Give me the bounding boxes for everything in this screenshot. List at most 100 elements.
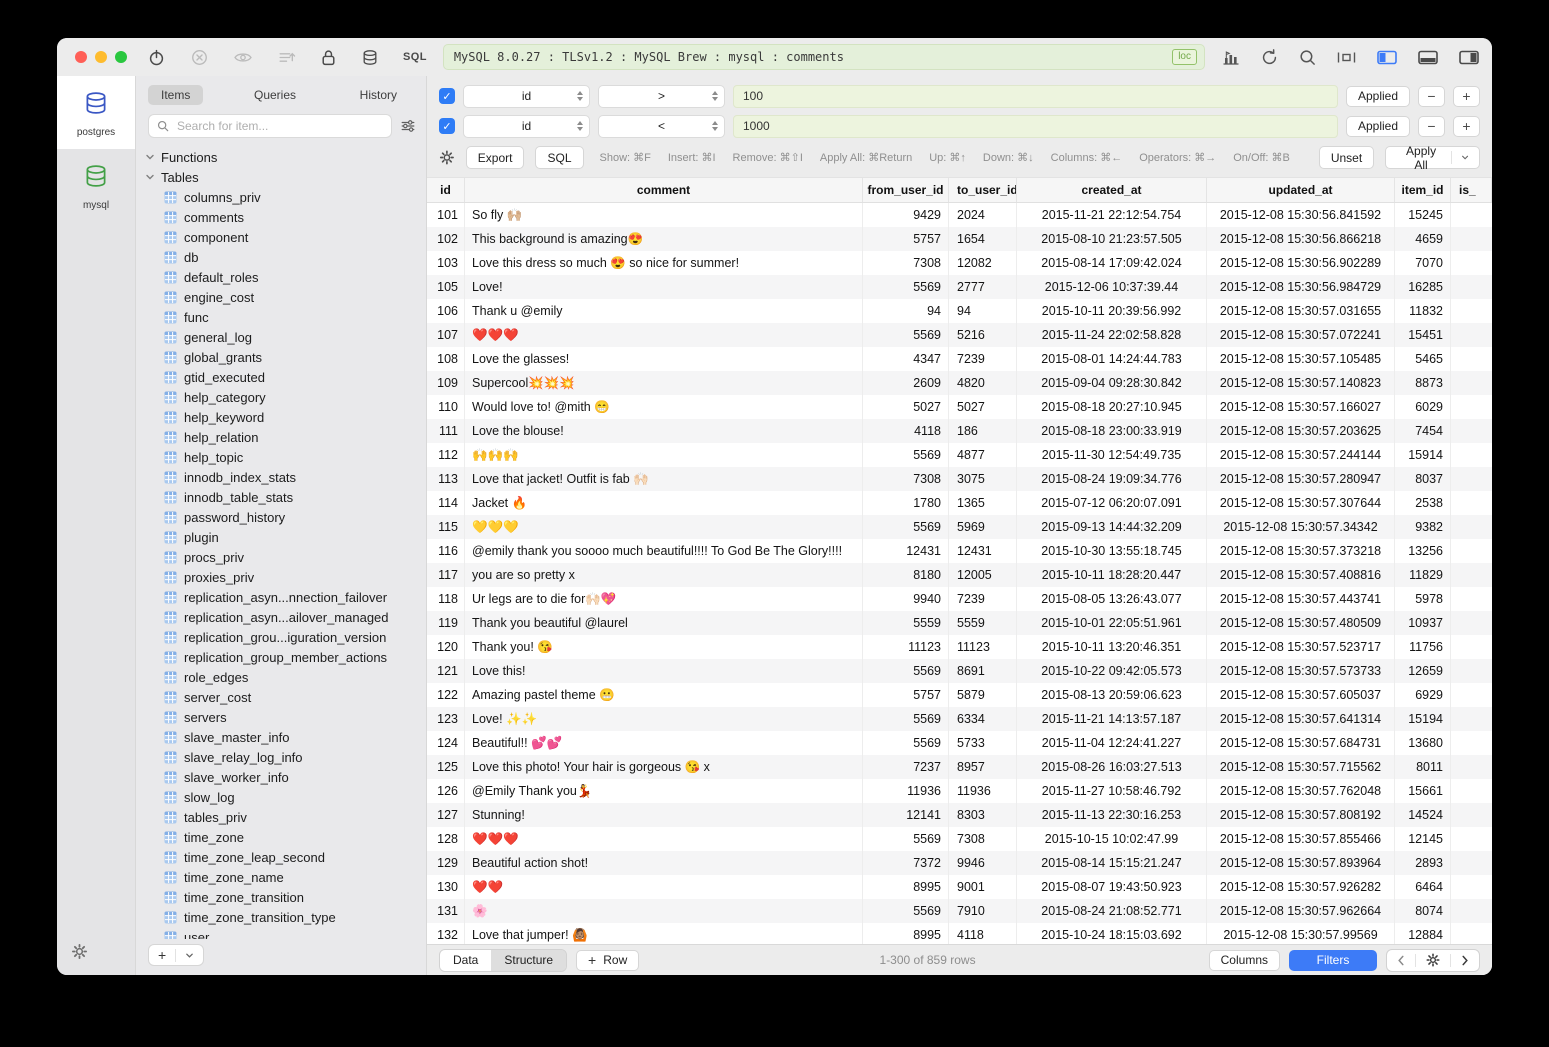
cell-from-user-id[interactable]: 94 [863, 299, 949, 323]
tree-group-tables[interactable]: Tables [145, 167, 426, 187]
cell-created-at[interactable]: 2015-11-30 12:54:49.735 [1017, 443, 1207, 467]
cell-item-id[interactable]: 12659 [1395, 659, 1451, 683]
sidebar-table-item[interactable]: innodb_table_stats [145, 487, 426, 507]
cell-is[interactable] [1451, 323, 1492, 347]
cell-created-at[interactable]: 2015-08-13 20:59:06.623 [1017, 683, 1207, 707]
sidebar-table-item[interactable]: user [145, 927, 426, 939]
cell-from-user-id[interactable]: 5569 [863, 707, 949, 731]
add-item-button[interactable]: + [149, 947, 175, 963]
filter-value-input[interactable]: 100 [733, 85, 1338, 108]
cell-item-id[interactable]: 8873 [1395, 371, 1451, 395]
cell-updated-at[interactable]: 2015-12-08 15:30:57.443741 [1207, 587, 1395, 611]
cell-created-at[interactable]: 2015-10-30 13:55:18.745 [1017, 539, 1207, 563]
sidebar-table-item[interactable]: time_zone_transition_type [145, 907, 426, 927]
cell-created-at[interactable]: 2015-08-24 19:09:34.776 [1017, 467, 1207, 491]
table-row[interactable]: 107 ❤️❤️❤️ 5569 5216 2015-11-24 22:02:58… [427, 323, 1492, 347]
cell-item-id[interactable]: 2538 [1395, 491, 1451, 515]
filter-settings-gear-icon[interactable] [439, 149, 455, 166]
cell-id[interactable]: 125 [427, 755, 465, 779]
table-row[interactable]: 130 ❤️❤️ 8995 9001 2015-08-07 19:43:50.9… [427, 875, 1492, 899]
unset-button[interactable]: Unset [1319, 146, 1374, 169]
cell-updated-at[interactable]: 2015-12-08 15:30:57.244144 [1207, 443, 1395, 467]
table-row[interactable]: 111 Love the blouse! 4118 186 2015-08-18… [427, 419, 1492, 443]
cell-id[interactable]: 116 [427, 539, 465, 563]
next-page-button[interactable] [1451, 955, 1479, 966]
cell-id[interactable]: 105 [427, 275, 465, 299]
cell-created-at[interactable]: 2015-09-04 09:28:30.842 [1017, 371, 1207, 395]
table-row[interactable]: 118 Ur legs are to die for🙌🏻💖 9940 7239 … [427, 587, 1492, 611]
cell-is[interactable] [1451, 587, 1492, 611]
panel-bottom-icon[interactable] [1417, 48, 1439, 67]
filter-remove-button[interactable]: − [1418, 86, 1445, 107]
sidebar-table-item[interactable]: plugin [145, 527, 426, 547]
column-header-updated-at[interactable]: updated_at [1207, 178, 1395, 202]
structure-view-button[interactable]: Structure [491, 950, 566, 971]
cell-item-id[interactable]: 6029 [1395, 395, 1451, 419]
cell-updated-at[interactable]: 2015-12-08 15:30:57.715562 [1207, 755, 1395, 779]
cell-created-at[interactable]: 2015-08-01 14:24:44.783 [1017, 347, 1207, 371]
cell-from-user-id[interactable]: 4347 [863, 347, 949, 371]
table-row[interactable]: 108 Love the glasses! 4347 7239 2015-08-… [427, 347, 1492, 371]
cell-comment[interactable]: Jacket 🔥 [465, 491, 863, 515]
cell-from-user-id[interactable]: 5569 [863, 515, 949, 539]
cell-is[interactable] [1451, 539, 1492, 563]
cell-comment[interactable]: Would love to! @mith 😁 [465, 395, 863, 419]
sql-button[interactable]: SQL [535, 146, 583, 169]
column-header-to-user-id[interactable]: to_user_id [949, 178, 1017, 202]
table-row[interactable]: 113 Love that jacket! Outfit is fab 🙌🏻 7… [427, 467, 1492, 491]
cell-comment[interactable]: Love that jumper! 🙆🏽 [465, 923, 863, 944]
cell-id[interactable]: 114 [427, 491, 465, 515]
lock-icon[interactable] [320, 48, 337, 67]
cell-is[interactable] [1451, 707, 1492, 731]
cell-item-id[interactable]: 8037 [1395, 467, 1451, 491]
cell-is[interactable] [1451, 875, 1492, 899]
add-item-menu-button[interactable] [176, 951, 203, 960]
cell-created-at[interactable]: 2015-08-18 20:27:10.945 [1017, 395, 1207, 419]
cell-id[interactable]: 127 [427, 803, 465, 827]
filter-remove-button[interactable]: − [1418, 116, 1445, 137]
cell-updated-at[interactable]: 2015-12-08 15:30:57.203625 [1207, 419, 1395, 443]
cell-item-id[interactable]: 9382 [1395, 515, 1451, 539]
cell-from-user-id[interactable]: 5569 [863, 659, 949, 683]
table-row[interactable]: 123 Love! ✨✨ 5569 6334 2015-11-21 14:13:… [427, 707, 1492, 731]
sidebar-table-item[interactable]: replication_asyn...ailover_managed [145, 607, 426, 627]
table-row[interactable]: 116 @emily thank you soooo much beautifu… [427, 539, 1492, 563]
cell-is[interactable] [1451, 563, 1492, 587]
minimize-window-button[interactable] [95, 51, 107, 63]
cell-comment[interactable]: @emily thank you soooo much beautiful!!!… [465, 539, 863, 563]
cell-updated-at[interactable]: 2015-12-08 15:30:57.641314 [1207, 707, 1395, 731]
tab-history[interactable]: History [347, 85, 410, 105]
cell-created-at[interactable]: 2015-11-27 10:58:46.792 [1017, 779, 1207, 803]
cell-id[interactable]: 111 [427, 419, 465, 443]
cell-updated-at[interactable]: 2015-12-08 15:30:57.072241 [1207, 323, 1395, 347]
cell-is[interactable] [1451, 851, 1492, 875]
cell-from-user-id[interactable]: 12141 [863, 803, 949, 827]
sidebar-table-item[interactable]: replication_asyn...nnection_failover [145, 587, 426, 607]
sidebar-table-item[interactable]: slave_worker_info [145, 767, 426, 787]
cell-comment[interactable]: Love! [465, 275, 863, 299]
refresh-icon[interactable] [1260, 48, 1279, 67]
export-button[interactable]: Export [466, 146, 525, 169]
cell-comment[interactable]: So fly 🙌🏼 [465, 203, 863, 227]
cell-comment[interactable]: Stunning! [465, 803, 863, 827]
columns-button[interactable]: Columns [1209, 950, 1280, 971]
cell-is[interactable] [1451, 611, 1492, 635]
cell-to-user-id[interactable]: 5559 [949, 611, 1017, 635]
cell-is[interactable] [1451, 755, 1492, 779]
cell-id[interactable]: 113 [427, 467, 465, 491]
cell-to-user-id[interactable]: 5969 [949, 515, 1017, 539]
cell-created-at[interactable]: 2015-10-01 22:05:51.961 [1017, 611, 1207, 635]
cell-id[interactable]: 107 [427, 323, 465, 347]
cell-to-user-id[interactable]: 11936 [949, 779, 1017, 803]
cell-updated-at[interactable]: 2015-12-08 15:30:57.523717 [1207, 635, 1395, 659]
connection-mysql[interactable]: mysql [57, 149, 135, 222]
search-input[interactable] [175, 118, 383, 134]
filter-column-select[interactable]: id [463, 115, 590, 138]
cell-to-user-id[interactable]: 7308 [949, 827, 1017, 851]
cell-created-at[interactable]: 2015-10-11 20:39:56.992 [1017, 299, 1207, 323]
sidebar-table-item[interactable]: time_zone_leap_second [145, 847, 426, 867]
cell-updated-at[interactable]: 2015-12-08 15:30:57.031655 [1207, 299, 1395, 323]
cell-to-user-id[interactable]: 1654 [949, 227, 1017, 251]
cell-created-at[interactable]: 2015-08-24 21:08:52.771 [1017, 899, 1207, 923]
cell-item-id[interactable]: 2893 [1395, 851, 1451, 875]
